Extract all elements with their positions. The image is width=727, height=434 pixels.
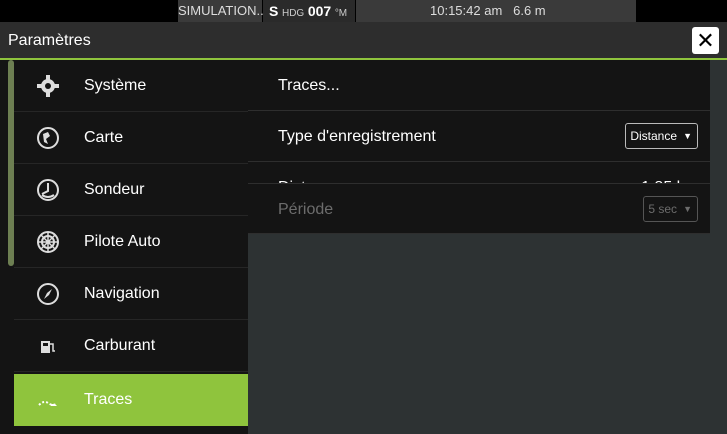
helm-icon — [36, 230, 60, 254]
heading-readout[interactable]: S HDG 007 °M — [263, 0, 355, 22]
sidebar-item-pilote-auto[interactable]: Pilote Auto — [14, 216, 248, 268]
sidebar-item-navigation[interactable]: Navigation — [14, 268, 248, 320]
globe-icon — [36, 126, 60, 150]
page-title: Paramètres — [8, 32, 91, 49]
sidebar-item-carte[interactable]: Carte — [14, 112, 248, 164]
trail-icon — [36, 388, 60, 412]
simulation-indicator[interactable]: SIMULATION... — [178, 0, 267, 22]
chevron-down-icon: ▼ — [683, 131, 692, 141]
sidebar-item-label: Traces — [84, 391, 133, 408]
log-type-value: Distance — [630, 129, 677, 143]
depth-value: 6.6 m — [513, 3, 546, 18]
heading-label: HDG — [281, 8, 305, 19]
sidebar-item-carburant[interactable]: Carburant — [14, 320, 248, 372]
sidebar-item-traces[interactable]: Traces — [14, 374, 248, 426]
sidebar-item-label: Pilote Auto — [84, 233, 161, 250]
sidebar-item-label: Système — [84, 77, 147, 94]
traces-link-row[interactable]: Traces... — [248, 60, 710, 111]
title-bar: Paramètres ✕ — [0, 22, 727, 60]
sidebar-item-label: Navigation — [84, 285, 160, 302]
sidebar-item-sondeur[interactable]: Sondeur — [14, 164, 248, 216]
status-bar: SIMULATION... S HDG 007 °M 10:15:42 am 6… — [0, 0, 727, 22]
log-type-dropdown[interactable]: Distance ▼ — [625, 123, 698, 149]
sonar-icon — [36, 178, 60, 202]
chevron-down-icon: ▼ — [683, 204, 692, 214]
sidebar-item-label: Carburant — [84, 337, 156, 354]
period-label: Période — [278, 201, 334, 218]
gear-icon — [36, 74, 60, 98]
sidebar-item-label: Sondeur — [84, 181, 145, 198]
sidebar-item-label: Carte — [84, 129, 124, 146]
traces-link[interactable]: Traces... — [278, 60, 340, 111]
heading-prefix: S — [269, 3, 279, 19]
heading-value: 007 — [307, 3, 332, 19]
log-type-label: Type d'enregistrement — [278, 128, 436, 145]
log-type-row[interactable]: Type d'enregistrement Distance ▼ — [248, 111, 710, 162]
fuel-icon — [36, 334, 60, 358]
period-value: 5 sec — [648, 202, 677, 216]
sidebar-item-systeme[interactable]: Système — [14, 60, 248, 112]
time-depth-readout[interactable]: 10:15:42 am 6.6 m — [356, 0, 636, 22]
period-setting: Période 5 sec ▼ — [248, 183, 710, 234]
close-button[interactable]: ✕ — [692, 27, 719, 54]
clock: 10:15:42 am — [430, 3, 503, 18]
compass-icon — [36, 282, 60, 306]
heading-unit: °M — [334, 8, 348, 19]
period-dropdown: 5 sec ▼ — [643, 196, 698, 222]
